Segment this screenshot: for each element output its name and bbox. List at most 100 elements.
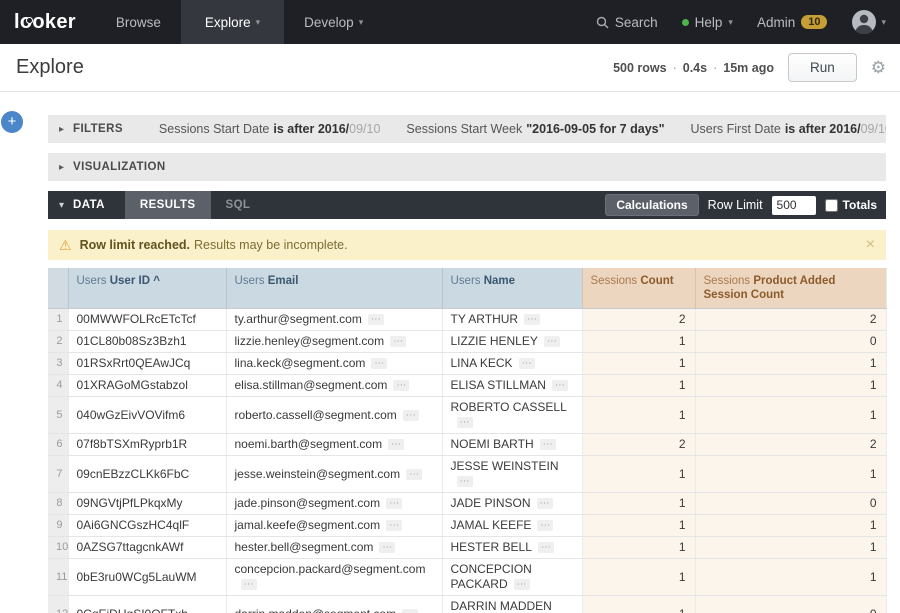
cell-sessions-count[interactable]: 1 <box>582 353 695 375</box>
cell-name[interactable]: HESTER BELL⋯ <box>442 537 582 559</box>
nav-item-develop[interactable]: Develop ▾ <box>284 0 383 44</box>
filters-panel[interactable]: ▸ FILTERS Sessions Start Dateis after 20… <box>48 115 886 143</box>
cell-sessions-count[interactable]: 1 <box>582 559 695 596</box>
cell-menu-icon[interactable]: ⋯ <box>379 542 395 553</box>
cell-sessions-count[interactable]: 2 <box>582 309 695 331</box>
cell-menu-icon[interactable]: ⋯ <box>368 314 384 325</box>
cell-sessions-count[interactable]: 1 <box>582 456 695 493</box>
cell-menu-icon[interactable]: ⋯ <box>406 469 422 480</box>
filter-item[interactable]: Users First Dateis after 2016/09/10 <box>691 122 886 136</box>
add-button[interactable]: + <box>1 111 23 133</box>
column-header-name[interactable]: Users Name <box>442 268 582 309</box>
cell-email[interactable]: noemi.barth@segment.com⋯ <box>226 434 442 456</box>
nav-search[interactable]: Search <box>596 15 658 30</box>
cell-menu-icon[interactable]: ⋯ <box>388 439 404 450</box>
cell-menu-icon[interactable]: ⋯ <box>537 520 553 531</box>
cell-product-added-count[interactable]: 1 <box>695 537 886 559</box>
cell-menu-icon[interactable]: ⋯ <box>371 358 387 369</box>
cell-email[interactable]: jamal.keefe@segment.com⋯ <box>226 515 442 537</box>
cell-product-added-count[interactable]: 0 <box>695 596 886 613</box>
cell-product-added-count[interactable]: 0 <box>695 493 886 515</box>
cell-product-added-count[interactable]: 0 <box>695 331 886 353</box>
visualization-panel[interactable]: ▸ VISUALIZATION <box>48 153 886 181</box>
cell-sessions-count[interactable]: 1 <box>582 331 695 353</box>
cell-user-id[interactable]: 09NGVtjPfLPkqxMy <box>68 493 226 515</box>
cell-menu-icon[interactable]: ⋯ <box>393 380 409 391</box>
cell-name[interactable]: JAMAL KEEFE⋯ <box>442 515 582 537</box>
cell-email[interactable]: darrin.madden@segment.com⋯ <box>226 596 442 613</box>
cell-user-id[interactable]: 0AZSG7ttagcnkAWf <box>68 537 226 559</box>
gear-icon[interactable]: ⚙ <box>871 58 886 78</box>
cell-name[interactable]: ROBERTO CASSELL⋯ <box>442 397 582 434</box>
cell-user-id[interactable]: 09cnEBzzCLKk6FbC <box>68 456 226 493</box>
cell-sessions-count[interactable]: 1 <box>582 493 695 515</box>
cell-email[interactable]: roberto.cassell@segment.com⋯ <box>226 397 442 434</box>
cell-name[interactable]: TY ARTHUR⋯ <box>442 309 582 331</box>
cell-menu-icon[interactable]: ⋯ <box>390 336 406 347</box>
cell-user-id[interactable]: 07f8bTSXmRyprb1R <box>68 434 226 456</box>
nav-admin[interactable]: Admin 10 <box>757 15 828 30</box>
tab-results[interactable]: RESULTS <box>125 191 211 219</box>
cell-menu-icon[interactable]: ⋯ <box>386 520 402 531</box>
nav-item-browse[interactable]: Browse <box>96 0 181 44</box>
cell-user-id[interactable]: 00MWWFOLRcETcTcf <box>68 309 226 331</box>
cell-sessions-count[interactable]: 1 <box>582 397 695 434</box>
cell-menu-icon[interactable]: ⋯ <box>552 380 568 391</box>
cell-user-id[interactable]: 01CL80b08Sz3Bzh1 <box>68 331 226 353</box>
cell-name[interactable]: LIZZIE HENLEY⋯ <box>442 331 582 353</box>
cell-menu-icon[interactable]: ⋯ <box>524 314 540 325</box>
cell-menu-icon[interactable]: ⋯ <box>540 439 556 450</box>
cell-menu-icon[interactable]: ⋯ <box>514 579 530 590</box>
cell-name[interactable]: JESSE WEINSTEIN⋯ <box>442 456 582 493</box>
tab-sql[interactable]: SQL <box>211 191 266 219</box>
cell-email[interactable]: concepcion.packard@segment.com⋯ <box>226 559 442 596</box>
cell-name[interactable]: NOEMI BARTH⋯ <box>442 434 582 456</box>
cell-sessions-count[interactable]: 1 <box>582 596 695 613</box>
cell-sessions-count[interactable]: 2 <box>582 434 695 456</box>
cell-user-id[interactable]: 040wGzEivVOVifm6 <box>68 397 226 434</box>
cell-menu-icon[interactable]: ⋯ <box>544 336 560 347</box>
cell-menu-icon[interactable]: ⋯ <box>457 476 473 487</box>
nav-help[interactable]: Help ▾ <box>682 15 733 30</box>
nav-item-explore[interactable]: Explore ▾ <box>181 0 284 44</box>
cell-sessions-count[interactable]: 1 <box>582 515 695 537</box>
cell-email[interactable]: ty.arthur@segment.com⋯ <box>226 309 442 331</box>
cell-user-id[interactable]: 0bE3ru0WCg5LauWM <box>68 559 226 596</box>
column-header-user-id[interactable]: Users User ID ^ <box>68 268 226 309</box>
filter-item[interactable]: Sessions Start Week"2016-09-05 for 7 day… <box>406 122 664 136</box>
cell-menu-icon[interactable]: ⋯ <box>537 498 553 509</box>
cell-name[interactable]: LINA KECK⋯ <box>442 353 582 375</box>
cell-user-id[interactable]: 01XRAGoMGstabzol <box>68 375 226 397</box>
cell-product-added-count[interactable]: 1 <box>695 375 886 397</box>
cell-email[interactable]: jesse.weinstein@segment.com⋯ <box>226 456 442 493</box>
close-icon[interactable]: × <box>866 236 875 254</box>
cell-menu-icon[interactable]: ⋯ <box>241 579 257 590</box>
cell-name[interactable]: CONCEPCION PACKARD⋯ <box>442 559 582 596</box>
cell-menu-icon[interactable]: ⋯ <box>519 358 535 369</box>
cell-product-added-count[interactable]: 1 <box>695 353 886 375</box>
column-header-sessions-count[interactable]: Sessions Count <box>582 268 695 309</box>
cell-user-id[interactable]: 0CqEiDUgSI0OFTxh <box>68 596 226 613</box>
cell-user-id[interactable]: 01RSxRrt0QEAwJCq <box>68 353 226 375</box>
cell-name[interactable]: DARRIN MADDEN⋯ <box>442 596 582 613</box>
cell-sessions-count[interactable]: 1 <box>582 375 695 397</box>
cell-sessions-count[interactable]: 1 <box>582 537 695 559</box>
cell-product-added-count[interactable]: 1 <box>695 456 886 493</box>
totals-checkbox[interactable] <box>825 199 838 212</box>
cell-product-added-count[interactable]: 1 <box>695 559 886 596</box>
chevron-down-icon[interactable]: ▾ <box>59 200 64 211</box>
cell-menu-icon[interactable]: ⋯ <box>402 609 418 613</box>
cell-email[interactable]: lina.keck@segment.com⋯ <box>226 353 442 375</box>
row-limit-input[interactable] <box>772 196 816 215</box>
cell-menu-icon[interactable]: ⋯ <box>538 542 554 553</box>
user-menu[interactable]: ▾ <box>851 9 886 35</box>
cell-email[interactable]: elisa.stillman@segment.com⋯ <box>226 375 442 397</box>
cell-product-added-count[interactable]: 1 <box>695 397 886 434</box>
cell-email[interactable]: lizzie.henley@segment.com⋯ <box>226 331 442 353</box>
cell-menu-icon[interactable]: ⋯ <box>386 498 402 509</box>
cell-name[interactable]: ELISA STILLMAN⋯ <box>442 375 582 397</box>
cell-menu-icon[interactable]: ⋯ <box>457 417 473 428</box>
looker-logo[interactable]: looker <box>0 11 96 34</box>
column-header-email[interactable]: Users Email <box>226 268 442 309</box>
cell-product-added-count[interactable]: 2 <box>695 309 886 331</box>
